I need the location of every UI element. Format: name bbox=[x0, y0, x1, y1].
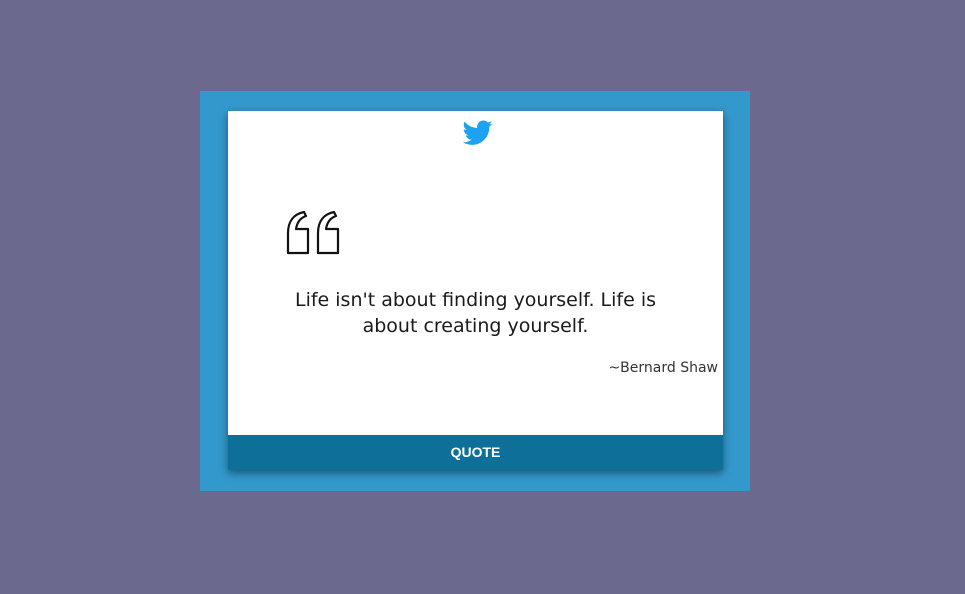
tweet-button[interactable] bbox=[463, 120, 493, 146]
quote-card: Life isn't about finding yourself. Life … bbox=[228, 111, 723, 470]
quote-author: ~Bernard Shaw bbox=[608, 360, 718, 376]
twitter-bird-icon bbox=[463, 120, 493, 145]
quote-text: Life isn't about finding yourself. Life … bbox=[295, 289, 656, 337]
new-quote-button[interactable]: QUOTE bbox=[228, 435, 723, 470]
open-quote-icon bbox=[286, 211, 344, 255]
